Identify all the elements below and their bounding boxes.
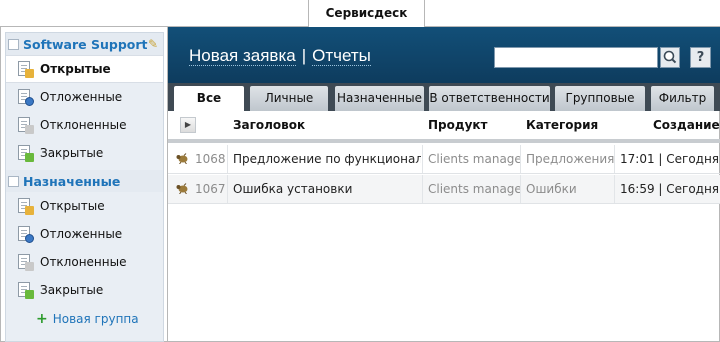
search-button[interactable] [660, 47, 680, 68]
bug-icon [176, 153, 188, 164]
sidebar-item-label: Отложенные [40, 90, 123, 104]
app-tab-row: Сервисдеск [0, 0, 720, 28]
sidebar-item-open[interactable]: Открытые [6, 55, 163, 83]
sidebar-item-declined[interactable]: Отклоненные [6, 111, 163, 139]
new-group-label: Новая группа [52, 312, 139, 326]
column-title[interactable]: Заголовок [233, 111, 305, 139]
header-bar: Новая заявка | Отчеты ? [168, 27, 720, 83]
group-header-software-support[interactable]: Software Support ✎ [6, 33, 163, 55]
sidebar-item-label: Открытые [40, 199, 105, 213]
sidebar-item-paused[interactable]: Отложенные [6, 83, 163, 111]
sidebar-item-assigned-paused[interactable]: Отложенные [6, 220, 163, 248]
sidebar-item-label: Отклоненные [40, 255, 127, 269]
bug-icon [176, 183, 188, 194]
paused-ticket-icon [16, 225, 34, 243]
tab-all[interactable]: Все [174, 86, 244, 111]
sidebar-item-label: Закрытые [40, 146, 104, 160]
tab-group[interactable]: Групповые [555, 86, 645, 111]
sidebar-item-label: Открытые [40, 62, 111, 76]
tab-bar: Все Личные Назначенные В ответственности… [168, 83, 720, 111]
help-button[interactable]: ? [690, 47, 711, 68]
ticket-category: Предложения [526, 152, 614, 166]
expand-icon[interactable]: ▶ [180, 117, 196, 133]
ticket-id: 1067 [195, 182, 226, 196]
group-title: Software Support [23, 36, 148, 52]
collapse-toggle[interactable] [8, 38, 19, 50]
ticket-product: Clients manager [428, 182, 520, 196]
paused-ticket-icon [16, 88, 34, 106]
tab-personal[interactable]: Личные [250, 86, 328, 111]
search-input[interactable] [494, 47, 658, 68]
open-ticket-icon [16, 197, 34, 215]
header-links: Новая заявка | Отчеты [189, 46, 371, 66]
main-panel: Новая заявка | Отчеты ? Все Личные Назначе… [167, 27, 720, 342]
group-header-assigned[interactable]: Назначенные [6, 170, 163, 192]
sidebar-item-closed[interactable]: Закрытые [6, 139, 163, 167]
sidebar: Software Support ✎ Открытые Отложенные О… [5, 32, 164, 342]
sidebar-item-assigned-closed[interactable]: Закрытые [6, 276, 163, 304]
ticket-category: Ошибки [526, 182, 577, 196]
closed-ticket-icon [16, 281, 34, 299]
tab-assigned[interactable]: Назначенные [335, 86, 424, 111]
ticket-id: 1068 [195, 152, 226, 166]
sidebar-item-label: Отклоненные [40, 118, 127, 132]
app-frame: Software Support ✎ Открытые Отложенные О… [0, 27, 720, 342]
ticket-title[interactable]: Ошибка установки [233, 175, 421, 203]
table-row[interactable]: 1067 Ошибка установки Clients manager Ош… [168, 175, 720, 204]
table-row[interactable]: 1068 Предложение по функционалу Clients … [168, 145, 720, 174]
open-ticket-icon [16, 60, 34, 78]
app-tab-servicedesk[interactable]: Сервисдеск [308, 0, 425, 28]
header-separator: | [301, 46, 307, 65]
group-title: Назначенные [23, 173, 121, 189]
reports-link[interactable]: Отчеты [312, 46, 371, 66]
new-group-link[interactable]: + Новая группа [6, 306, 163, 332]
sidebar-item-label: Отложенные [40, 227, 123, 241]
ticket-product: Clients manager [428, 152, 520, 166]
ticket-created: 17:01 | Сегодня [620, 152, 720, 166]
new-request-link[interactable]: Новая заявка [189, 46, 296, 66]
column-created[interactable]: Создание [653, 111, 720, 139]
declined-ticket-icon [16, 116, 34, 134]
tab-responsible[interactable]: В ответственности [429, 86, 550, 111]
column-product[interactable]: Продукт [428, 111, 488, 139]
sidebar-item-assigned-open[interactable]: Открытые [6, 192, 163, 220]
column-category[interactable]: Категория [526, 111, 598, 139]
tab-filter[interactable]: Фильтр [651, 86, 714, 111]
plus-icon: + [36, 311, 48, 327]
ticket-title[interactable]: Предложение по функционалу [233, 145, 421, 173]
ticket-created: 16:59 | Сегодня [620, 182, 720, 196]
sidebar-item-label: Закрытые [40, 283, 104, 297]
search-icon [663, 50, 677, 64]
pencil-icon[interactable]: ✎ [148, 37, 158, 51]
declined-ticket-icon [16, 253, 34, 271]
closed-ticket-icon [16, 144, 34, 162]
sidebar-item-assigned-declined[interactable]: Отклоненные [6, 248, 163, 276]
collapse-toggle[interactable] [8, 175, 19, 187]
table-header: ▶ Заголовок Продукт Категория Создание [168, 111, 720, 143]
